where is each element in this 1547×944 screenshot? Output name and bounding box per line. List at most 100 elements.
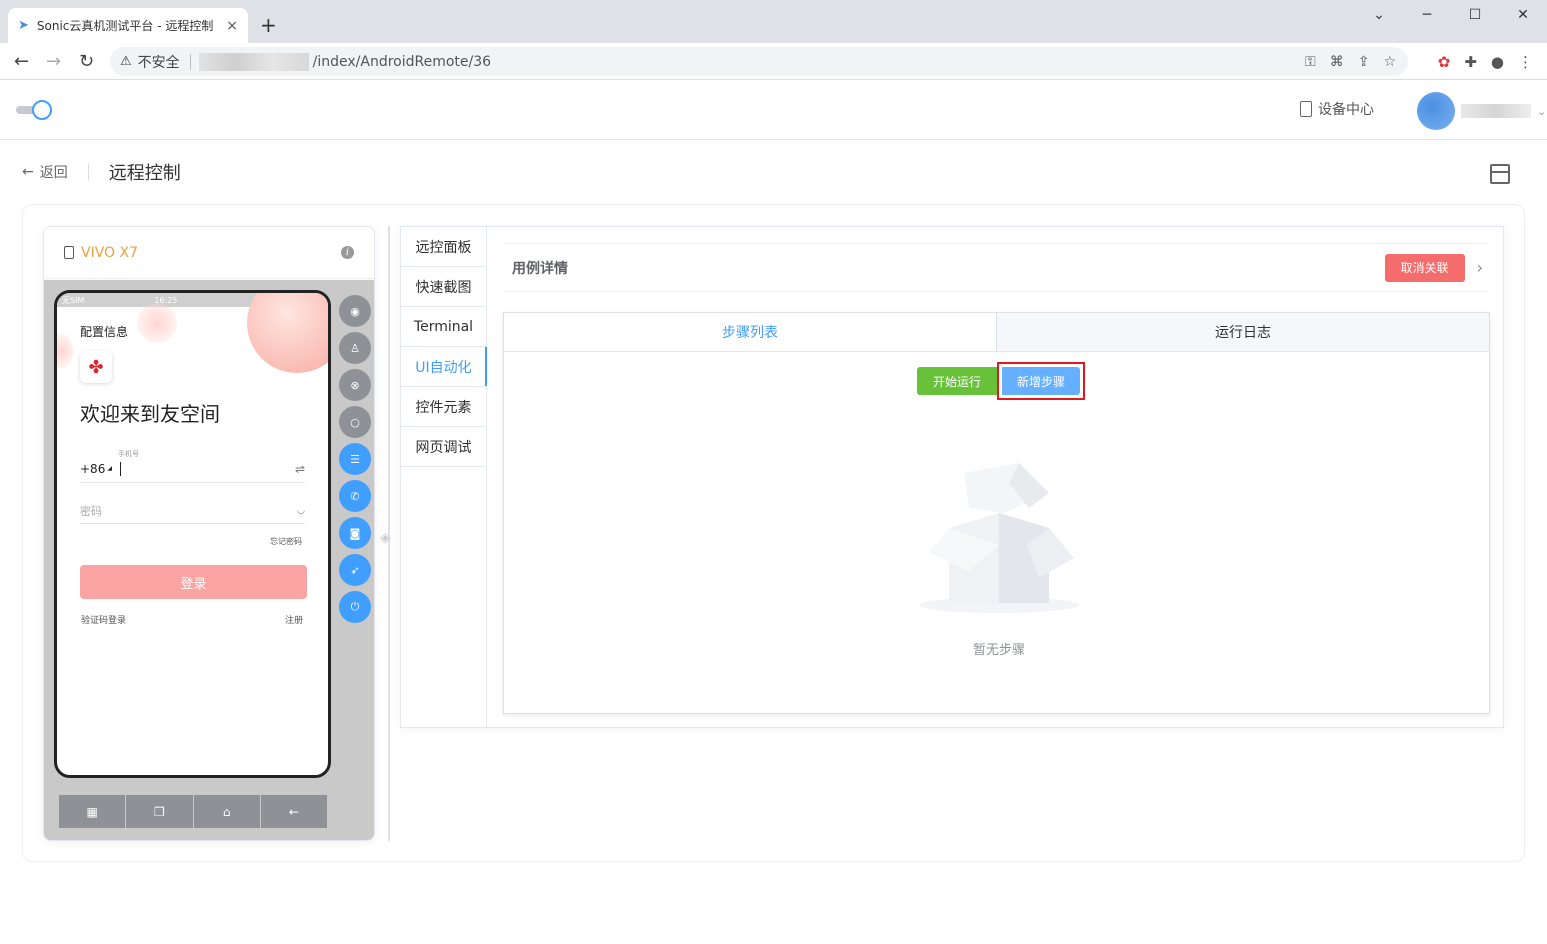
blurred-username <box>1461 104 1531 118</box>
address-bar-row: ← → ↻ ⚠ 不安全 /index/AndroidRemote/36 ⚿ ⌘ … <box>0 43 1547 80</box>
recent-apps-icon[interactable]: ❐ <box>126 795 193 828</box>
extension-icon[interactable]: ✿ <box>1438 53 1451 71</box>
profile-icon[interactable]: ● <box>1491 53 1504 71</box>
location-arrow-icon[interactable]: ➶ <box>339 554 371 586</box>
register-link[interactable]: 注册 <box>285 613 303 626</box>
blurred-host <box>198 52 309 71</box>
back-label: 返回 <box>39 165 68 181</box>
sliders-icon[interactable]: ☰ <box>339 443 371 475</box>
theme-toggle-logo[interactable] <box>16 100 52 120</box>
forgot-password-link[interactable]: 忘记密码 <box>270 536 302 547</box>
share-icon[interactable]: ⇪ <box>1358 54 1370 70</box>
case-detail-title: 用例详情 <box>512 260 568 277</box>
user-icon[interactable]: ♙ <box>339 332 371 364</box>
maximize-icon[interactable]: ☐ <box>1451 6 1499 24</box>
back-arrow-icon[interactable]: ← <box>14 51 29 72</box>
device-center-label: 设备中心 <box>1318 102 1374 118</box>
camera-icon[interactable]: ◙ <box>339 517 371 549</box>
omnibox-icons: ⚿ ⌘ ⇪ ☆ <box>1305 54 1408 70</box>
close-window-icon[interactable]: ✕ <box>1499 6 1547 24</box>
password-field[interactable]: 密码 ◡ <box>80 498 305 524</box>
decor-bubble <box>247 293 328 373</box>
app-grid-icon[interactable]: ▦ <box>59 795 126 828</box>
sms-login-link[interactable]: 验证码登录 <box>81 613 126 626</box>
decor-bubble <box>57 333 73 369</box>
welcome-text: 欢迎来到友空间 <box>80 402 220 426</box>
device-center-link[interactable]: 设备中心 <box>1300 99 1374 119</box>
extension-icons: ✿ ✚ ● ⋮ <box>1438 53 1533 71</box>
window-controls: ⌄ ─ ☐ ✕ <box>1355 6 1547 24</box>
decor-bubble <box>137 303 177 343</box>
eye-icon[interactable]: ◉ <box>339 295 371 327</box>
header-divider <box>87 164 89 180</box>
browser-tab-title: Sonic云真机测试平台 - 远程控制 <box>36 19 214 33</box>
close-tab-icon[interactable]: × <box>226 18 238 34</box>
tab-step-list[interactable]: 步骤列表 <box>504 313 997 351</box>
avatar <box>1417 92 1455 130</box>
highlight-box: 新增步骤 <box>997 362 1085 400</box>
empty-state: 暂无步骤 <box>909 453 1089 658</box>
status-carrier: 无SIM <box>62 295 85 305</box>
omnibox[interactable]: ⚠ 不安全 /index/AndroidRemote/36 ⚿ ⌘ ⇪ ☆ <box>110 47 1408 76</box>
control-panel: 远控面板 快速截图 Terminal UI自动化 控件元素 网页调试 用例详情 … <box>400 226 1504 728</box>
steps-tabs: 步骤列表 运行日志 <box>504 313 1489 352</box>
phone-icon <box>64 246 74 259</box>
search-icon[interactable]: ○ <box>339 406 371 438</box>
app-header: 设备中心 ⌄ <box>0 80 1547 140</box>
app-logo: ✤ <box>80 351 112 383</box>
tab-ui-automation[interactable]: UI自动化 <box>401 347 487 387</box>
browser-tab-strip: ➤ Sonic云真机测试平台 - 远程控制 × + ⌄ ─ ☐ ✕ <box>0 0 1547 43</box>
phone-hint: 手机号 <box>118 450 139 458</box>
device-header: VIVO X7 i <box>44 227 374 279</box>
key-icon[interactable]: ⚿ <box>1305 54 1316 70</box>
page-title: 远程控制 <box>108 163 181 184</box>
dropdown-triangle-icon: ◢ <box>107 465 112 472</box>
tab-remote-panel[interactable]: 远控面板 <box>401 227 486 267</box>
sun-icon <box>32 100 52 120</box>
chevron-down-icon: ⌄ <box>1537 104 1547 118</box>
user-menu[interactable]: ⌄ <box>1417 92 1546 130</box>
unlink-button[interactable]: 取消关联 <box>1384 253 1465 282</box>
add-step-button[interactable]: 新增步骤 <box>1002 367 1080 395</box>
start-run-button[interactable]: 开始运行 <box>917 367 997 395</box>
tab-quick-screenshot[interactable]: 快速截图 <box>401 267 486 307</box>
phone-screen[interactable]: 无SIM 16:25 配置信息 ✤ 欢迎来到友空间 +86 ◢ 手机号 ⇌ 密码… <box>54 290 331 778</box>
home-icon[interactable]: ⌂ <box>193 795 260 828</box>
back-icon[interactable]: ← <box>260 795 327 828</box>
login-button[interactable]: 登录 <box>80 565 307 599</box>
browser-tab[interactable]: ➤ Sonic云真机测试平台 - 远程控制 × <box>8 8 248 43</box>
tab-control-elements[interactable]: 控件元素 <box>401 387 486 427</box>
device-nav-bar: ▦ ❐ ⌂ ← <box>59 795 327 828</box>
splitter-handle-icon[interactable]: ◈ <box>380 530 391 546</box>
phone-call-icon[interactable]: ✆ <box>339 480 371 512</box>
back-button[interactable]: ← 返回 <box>22 162 68 182</box>
swap-icon[interactable]: ⇌ <box>295 462 305 476</box>
page-header: ← 返回 远程控制 <box>22 160 1522 184</box>
tab-run-log[interactable]: 运行日志 <box>997 313 1489 351</box>
device-screen-area: 无SIM 16:25 配置信息 ✤ 欢迎来到友空间 +86 ◢ 手机号 ⇌ 密码… <box>44 280 374 840</box>
omnibox-separator <box>189 53 191 70</box>
tab-terminal[interactable]: Terminal <box>401 307 486 347</box>
info-icon[interactable]: i <box>341 246 354 259</box>
star-icon[interactable]: ☆ <box>1383 54 1396 70</box>
minimize-icon[interactable]: ─ <box>1403 6 1451 24</box>
url-text: /index/AndroidRemote/36 <box>312 53 492 70</box>
phone-number-field[interactable]: +86 ◢ 手机号 ⇌ <box>80 450 305 483</box>
new-tab-button[interactable]: + <box>260 13 277 37</box>
tab-search-chevron-icon[interactable]: ⌄ <box>1355 6 1403 24</box>
layout-toggle-icon[interactable] <box>1490 164 1510 184</box>
forward-arrow-icon[interactable]: → <box>46 51 61 72</box>
chevron-right-icon[interactable]: › <box>1477 258 1483 277</box>
device-name: VIVO X7 <box>81 244 139 261</box>
arrow-left-icon: ← <box>22 164 34 180</box>
empty-text: 暂无步骤 <box>972 643 1025 658</box>
link-icon[interactable]: ⊗ <box>339 369 371 401</box>
reload-icon[interactable]: ↻ <box>79 51 94 72</box>
tab-web-debug[interactable]: 网页调试 <box>401 427 486 467</box>
country-code: +86 <box>80 461 106 476</box>
translate-icon[interactable]: ⌘ <box>1330 54 1344 70</box>
eye-closed-icon[interactable]: ◡ <box>297 506 305 516</box>
power-icon[interactable]: ⏻ <box>339 591 371 623</box>
puzzle-icon[interactable]: ✚ <box>1464 53 1477 71</box>
menu-dots-icon[interactable]: ⋮ <box>1518 53 1533 71</box>
